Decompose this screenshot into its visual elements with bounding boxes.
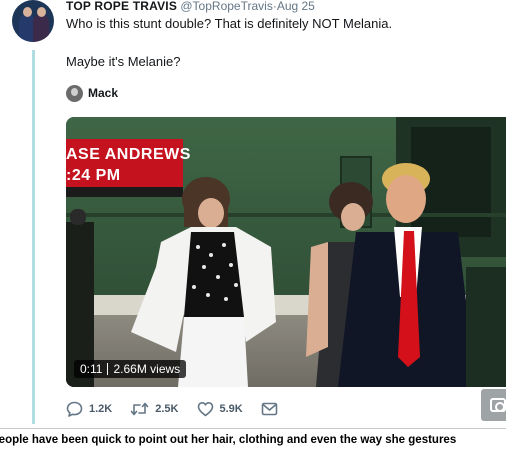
mention[interactable]: Mack	[66, 83, 118, 103]
reply-icon	[66, 401, 83, 417]
caption-text: People have been quick to point out her …	[0, 434, 457, 446]
tweet-date[interactable]: Aug 25	[277, 0, 315, 13]
reply-button[interactable]: 1.2K	[66, 401, 112, 417]
video-stats-badge: 0:11 2.66M views	[74, 360, 187, 378]
retweet-count: 2.5K	[155, 403, 179, 415]
mention-avatar	[66, 84, 83, 102]
tweet-text-line1: Who is this stunt double? That is defini…	[66, 16, 393, 31]
reply-count: 1.2K	[89, 403, 113, 415]
profile-avatar[interactable]	[12, 0, 54, 42]
user-handle[interactable]: @TopRopeTravis	[180, 0, 272, 13]
video-views: 2.66M views	[113, 362, 181, 376]
like-count: 5.9K	[219, 403, 243, 415]
tweet-actions: 1.2K 2.5K 5.9K	[66, 399, 296, 419]
tweet-header: TOP ROPE TRAVIS @TopRopeTravis·Aug 25	[66, 0, 315, 14]
camera-icon[interactable]	[481, 389, 506, 421]
image-caption: People have been quick to point out her …	[0, 434, 506, 446]
message-icon	[261, 402, 278, 416]
video-player[interactable]: ASE ANDREWS :24 PM 0:11 2.66M views	[66, 117, 506, 387]
badge-divider	[107, 363, 109, 375]
like-button[interactable]: 5.9K	[197, 401, 243, 417]
mention-name[interactable]: Mack	[88, 86, 118, 100]
caption-divider	[0, 428, 506, 429]
retweet-icon	[130, 401, 149, 417]
like-icon	[197, 401, 214, 417]
display-name[interactable]: TOP ROPE TRAVIS	[66, 0, 177, 13]
direct-message-button[interactable]	[261, 402, 278, 416]
tweet-text-line2: Maybe it's Melanie?	[66, 54, 181, 69]
news-chyron-line2: :24 PM	[66, 167, 121, 184]
thread-line	[32, 50, 35, 424]
news-chyron-line1: ASE ANDREWS	[66, 146, 191, 163]
video-duration: 0:11	[80, 362, 103, 376]
retweet-button[interactable]: 2.5K	[130, 401, 179, 417]
